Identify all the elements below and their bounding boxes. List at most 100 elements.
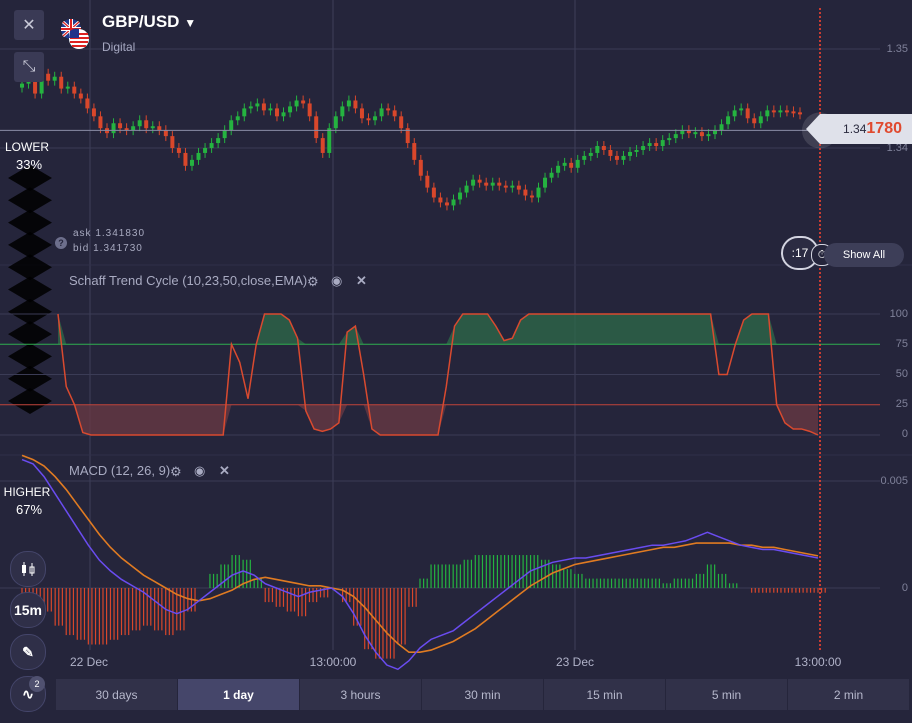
candle: [458, 192, 463, 200]
candle: [562, 162, 567, 166]
candle: [798, 112, 802, 115]
candle: [216, 138, 221, 144]
time-axis-label: 13:00:00: [309, 655, 357, 669]
candle: [242, 108, 247, 117]
timeframe-30-min[interactable]: 30 min: [422, 679, 543, 710]
candle: [65, 86, 70, 89]
time-axis-label: 22 Dec: [69, 655, 109, 669]
candle: [556, 165, 561, 173]
candle: [438, 197, 443, 203]
close-icon[interactable]: ✕: [14, 10, 44, 40]
asset-selector[interactable]: GBP/USD ▼: [102, 12, 196, 32]
sentiment-marker: [8, 209, 52, 236]
stc-title: Schaff Trend Cycle (10,23,50,close,EMA): [69, 273, 308, 288]
price-highlight: 1780: [866, 120, 902, 137]
gb-us-flag-icon[interactable]: [60, 18, 90, 50]
candle: [78, 93, 83, 99]
trading-chart[interactable]: [0, 0, 912, 723]
candle: [294, 100, 299, 107]
close-icon[interactable]: ✕: [219, 463, 230, 479]
candle: [516, 185, 521, 190]
asset-name[interactable]: GBP/USD: [102, 12, 179, 31]
sentiment-marker: [8, 365, 52, 392]
candle: [745, 108, 750, 119]
candle: [366, 118, 371, 121]
gear-icon[interactable]: ⚙: [170, 464, 182, 480]
candle: [307, 103, 312, 117]
candle: [274, 108, 279, 117]
candle: [699, 132, 704, 137]
candle: [739, 108, 744, 111]
sentiment-marker: [8, 388, 52, 414]
eye-icon[interactable]: ◉: [194, 463, 205, 479]
candle: [176, 148, 181, 153]
candle: [320, 138, 325, 153]
time-axis-label: 13:00:00: [794, 655, 842, 669]
candle: [111, 123, 116, 134]
candle: [503, 185, 508, 188]
candle: [157, 126, 162, 131]
candle: [189, 159, 194, 166]
higher-percent: 67%: [15, 502, 43, 517]
candle: [346, 100, 351, 107]
candle: [490, 182, 495, 186]
candle: [621, 155, 626, 160]
candle: [301, 100, 306, 104]
candle: [477, 179, 482, 183]
candle: [719, 124, 724, 131]
timeframe-2-min[interactable]: 2 min: [788, 679, 909, 710]
close-icon[interactable]: ✕: [356, 273, 367, 289]
candle: [222, 130, 227, 139]
macd-axis-label: 0.005: [880, 475, 908, 487]
timeframe-3-hours[interactable]: 3 hours: [300, 679, 421, 710]
candle: [575, 159, 580, 168]
candle: [732, 110, 737, 117]
candle: [248, 106, 253, 109]
candle: [706, 134, 711, 137]
candle: [399, 116, 404, 129]
candle: [418, 159, 423, 176]
lower-percent: 33%: [15, 157, 43, 172]
candle: [765, 110, 770, 117]
price-axis-label: 1.35: [886, 43, 908, 55]
candle: [288, 106, 293, 113]
candle: [510, 185, 515, 188]
current-price-tag: 1.34 1780: [806, 114, 912, 144]
candle: [359, 108, 364, 119]
timeframe-button[interactable]: 15m: [10, 592, 46, 628]
candle: [229, 120, 234, 131]
collapse-arrows-icon[interactable]: ⤡: [14, 52, 44, 82]
candle: [641, 146, 646, 150]
timeframe-1-day[interactable]: 1 day: [178, 679, 299, 710]
candle: [235, 116, 240, 121]
stc-axis-label: 50: [895, 368, 908, 380]
sentiment-marker: [8, 276, 52, 303]
timeframe-30-days[interactable]: 30 days: [56, 679, 177, 710]
gear-icon[interactable]: ⚙: [307, 274, 319, 290]
candle: [46, 73, 51, 81]
candle: [784, 110, 789, 113]
candles-icon[interactable]: [10, 551, 46, 587]
macd-line: [21, 458, 819, 671]
pencil-icon[interactable]: ✎: [10, 634, 46, 670]
candle: [386, 108, 391, 111]
candle: [752, 118, 757, 124]
candle: [549, 172, 554, 178]
candle: [91, 108, 96, 117]
candle: [595, 146, 600, 153]
candle: [529, 195, 534, 198]
candle: [392, 110, 397, 117]
show-all-button[interactable]: Show All: [824, 243, 904, 267]
eye-icon[interactable]: ◉: [331, 273, 342, 289]
candle: [771, 110, 776, 113]
sentiment-marker: [8, 231, 52, 258]
question-icon[interactable]: ?: [55, 237, 67, 249]
candle: [137, 120, 142, 127]
stc-axis-label: 25: [895, 398, 908, 410]
stc-overbought-fill: [58, 314, 818, 345]
timeframe-5-min[interactable]: 5 min: [666, 679, 787, 710]
timeframe-15-min[interactable]: 15 min: [544, 679, 665, 710]
caret-down-icon[interactable]: ▼: [184, 16, 196, 30]
stc-oversold-fill: [58, 404, 818, 435]
candle: [150, 126, 155, 129]
